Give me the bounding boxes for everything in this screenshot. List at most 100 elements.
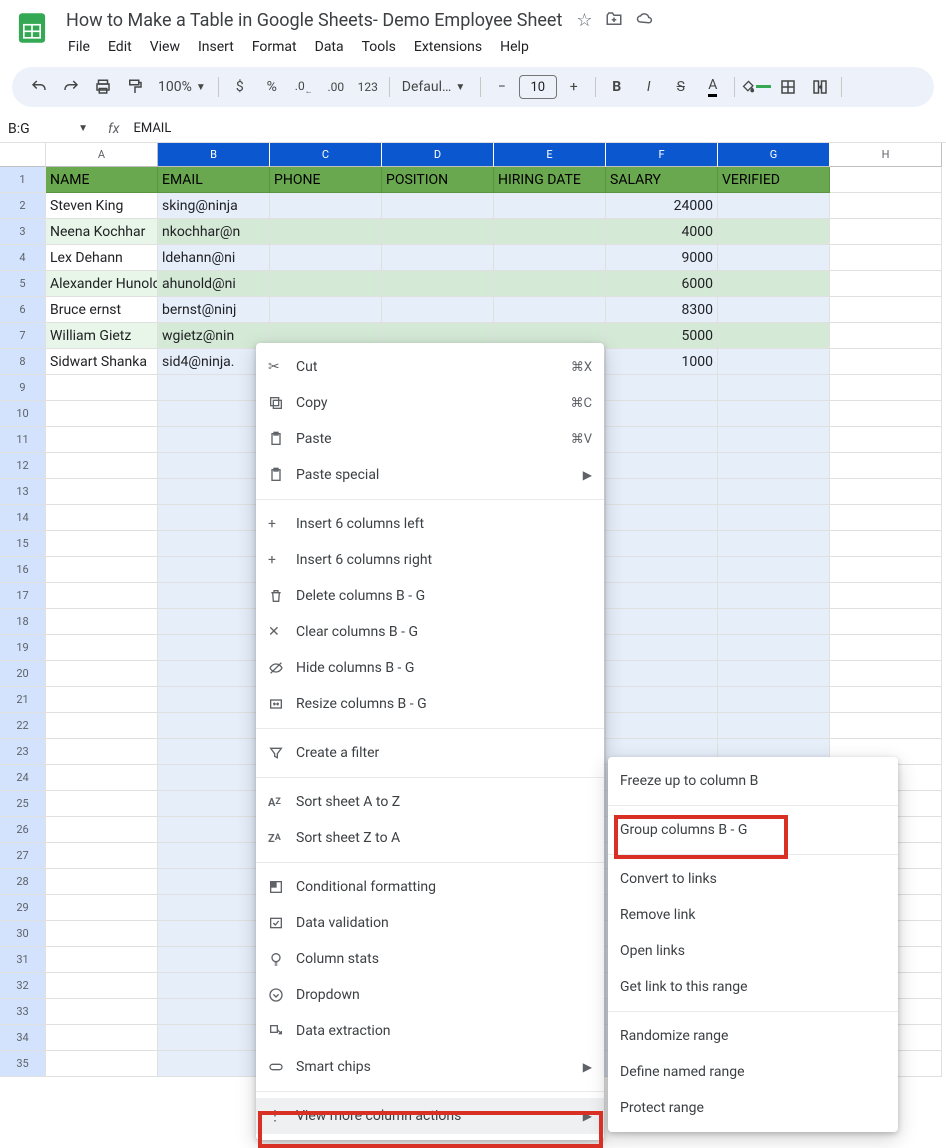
cell[interactable] [606, 531, 718, 557]
menu-clear-cols[interactable]: ✕Clear columns B - G [256, 614, 604, 650]
cell[interactable] [606, 401, 718, 427]
row-header[interactable]: 32 [0, 973, 46, 999]
cell[interactable] [494, 219, 606, 245]
undo-button[interactable] [24, 72, 54, 102]
cell[interactable]: sid4@ninja. [158, 349, 270, 375]
col-header-c[interactable]: C [270, 143, 382, 167]
cell[interactable] [718, 557, 830, 583]
cell[interactable] [46, 427, 158, 453]
row-header[interactable]: 20 [0, 661, 46, 687]
cell[interactable] [494, 245, 606, 271]
cell[interactable]: POSITION [382, 167, 494, 193]
cell[interactable] [158, 557, 270, 583]
cell[interactable] [494, 193, 606, 219]
cell[interactable] [382, 271, 494, 297]
cell[interactable] [718, 609, 830, 635]
cell[interactable]: Bruce ernst [46, 297, 158, 323]
cell[interactable] [830, 713, 942, 739]
menu-data-extraction[interactable]: Data extraction [256, 1013, 604, 1049]
cell[interactable] [830, 557, 942, 583]
row-header[interactable]: 26 [0, 817, 46, 843]
row-header[interactable]: 6 [0, 297, 46, 323]
zoom-dropdown[interactable]: 100%▼ [152, 79, 212, 95]
cell[interactable] [158, 713, 270, 739]
col-header-f[interactable]: F [606, 143, 718, 167]
decrease-fontsize-button[interactable]: − [487, 72, 517, 102]
decrease-decimal-button[interactable]: .0← [289, 72, 319, 102]
cell[interactable] [158, 765, 270, 791]
cell[interactable] [46, 479, 158, 505]
cell[interactable]: NAME [46, 167, 158, 193]
cell[interactable] [830, 531, 942, 557]
increase-fontsize-button[interactable]: + [559, 72, 589, 102]
row-header[interactable]: 10 [0, 401, 46, 427]
print-button[interactable] [88, 72, 118, 102]
cell[interactable] [46, 817, 158, 843]
cell[interactable]: PHONE [270, 167, 382, 193]
cell[interactable] [46, 895, 158, 921]
menu-data[interactable]: Data [307, 35, 352, 59]
cell[interactable] [46, 505, 158, 531]
cell[interactable] [158, 973, 270, 999]
menu-view[interactable]: View [142, 35, 188, 59]
strikethrough-button[interactable]: S [666, 72, 696, 102]
cell[interactable] [158, 583, 270, 609]
cell[interactable] [718, 687, 830, 713]
cell[interactable] [606, 687, 718, 713]
submenu-freeze[interactable]: Freeze up to column B [608, 763, 898, 799]
cell[interactable] [830, 297, 942, 323]
cell[interactable] [718, 349, 830, 375]
cell[interactable] [158, 609, 270, 635]
row-header[interactable]: 33 [0, 999, 46, 1025]
row-header[interactable]: 30 [0, 921, 46, 947]
cell[interactable]: 4000 [606, 219, 718, 245]
cell[interactable]: 9000 [606, 245, 718, 271]
menu-sort-za[interactable]: ZASort sheet Z to A [256, 820, 604, 856]
row-header[interactable]: 14 [0, 505, 46, 531]
row-header[interactable]: 12 [0, 453, 46, 479]
row-header[interactable]: 34 [0, 1025, 46, 1051]
formula-bar[interactable]: EMAIL [133, 121, 171, 136]
cell[interactable] [382, 219, 494, 245]
cell[interactable] [830, 193, 942, 219]
col-header-a[interactable]: A [46, 143, 158, 167]
cell[interactable] [606, 505, 718, 531]
cell[interactable] [718, 713, 830, 739]
menu-resize-cols[interactable]: Resize columns B - G [256, 686, 604, 722]
cell[interactable] [382, 297, 494, 323]
row-header[interactable]: 18 [0, 609, 46, 635]
cell[interactable] [158, 635, 270, 661]
row-header[interactable]: 22 [0, 713, 46, 739]
cell[interactable] [830, 427, 942, 453]
font-dropdown[interactable]: Defaul…▼ [396, 79, 474, 95]
cell[interactable] [46, 661, 158, 687]
cell[interactable] [830, 661, 942, 687]
sheets-logo[interactable] [12, 8, 52, 48]
cell[interactable] [606, 453, 718, 479]
cell[interactable] [46, 583, 158, 609]
cell[interactable]: HIRING DATE [494, 167, 606, 193]
cell[interactable] [46, 557, 158, 583]
submenu-open-links[interactable]: Open links [608, 933, 898, 969]
submenu-protect-range[interactable]: Protect range [608, 1090, 898, 1126]
fontsize-input[interactable]: 10 [519, 75, 557, 99]
row-header[interactable]: 1 [0, 167, 46, 193]
row-header[interactable]: 35 [0, 1051, 46, 1077]
menu-format[interactable]: Format [244, 35, 305, 59]
cell[interactable] [606, 609, 718, 635]
row-header[interactable]: 25 [0, 791, 46, 817]
row-header[interactable]: 17 [0, 583, 46, 609]
menu-cut[interactable]: ✂Cut⌘X [256, 349, 604, 385]
row-header[interactable]: 21 [0, 687, 46, 713]
cell[interactable]: Neena Kochhar [46, 219, 158, 245]
col-header-e[interactable]: E [494, 143, 606, 167]
row-header[interactable]: 27 [0, 843, 46, 869]
cell[interactable] [830, 609, 942, 635]
col-header-b[interactable]: B [158, 143, 270, 167]
fill-color-button[interactable] [741, 72, 771, 102]
cell[interactable] [718, 219, 830, 245]
cell[interactable] [830, 453, 942, 479]
cell[interactable]: 6000 [606, 271, 718, 297]
cell[interactable] [46, 453, 158, 479]
submenu-get-link[interactable]: Get link to this range [608, 969, 898, 1005]
